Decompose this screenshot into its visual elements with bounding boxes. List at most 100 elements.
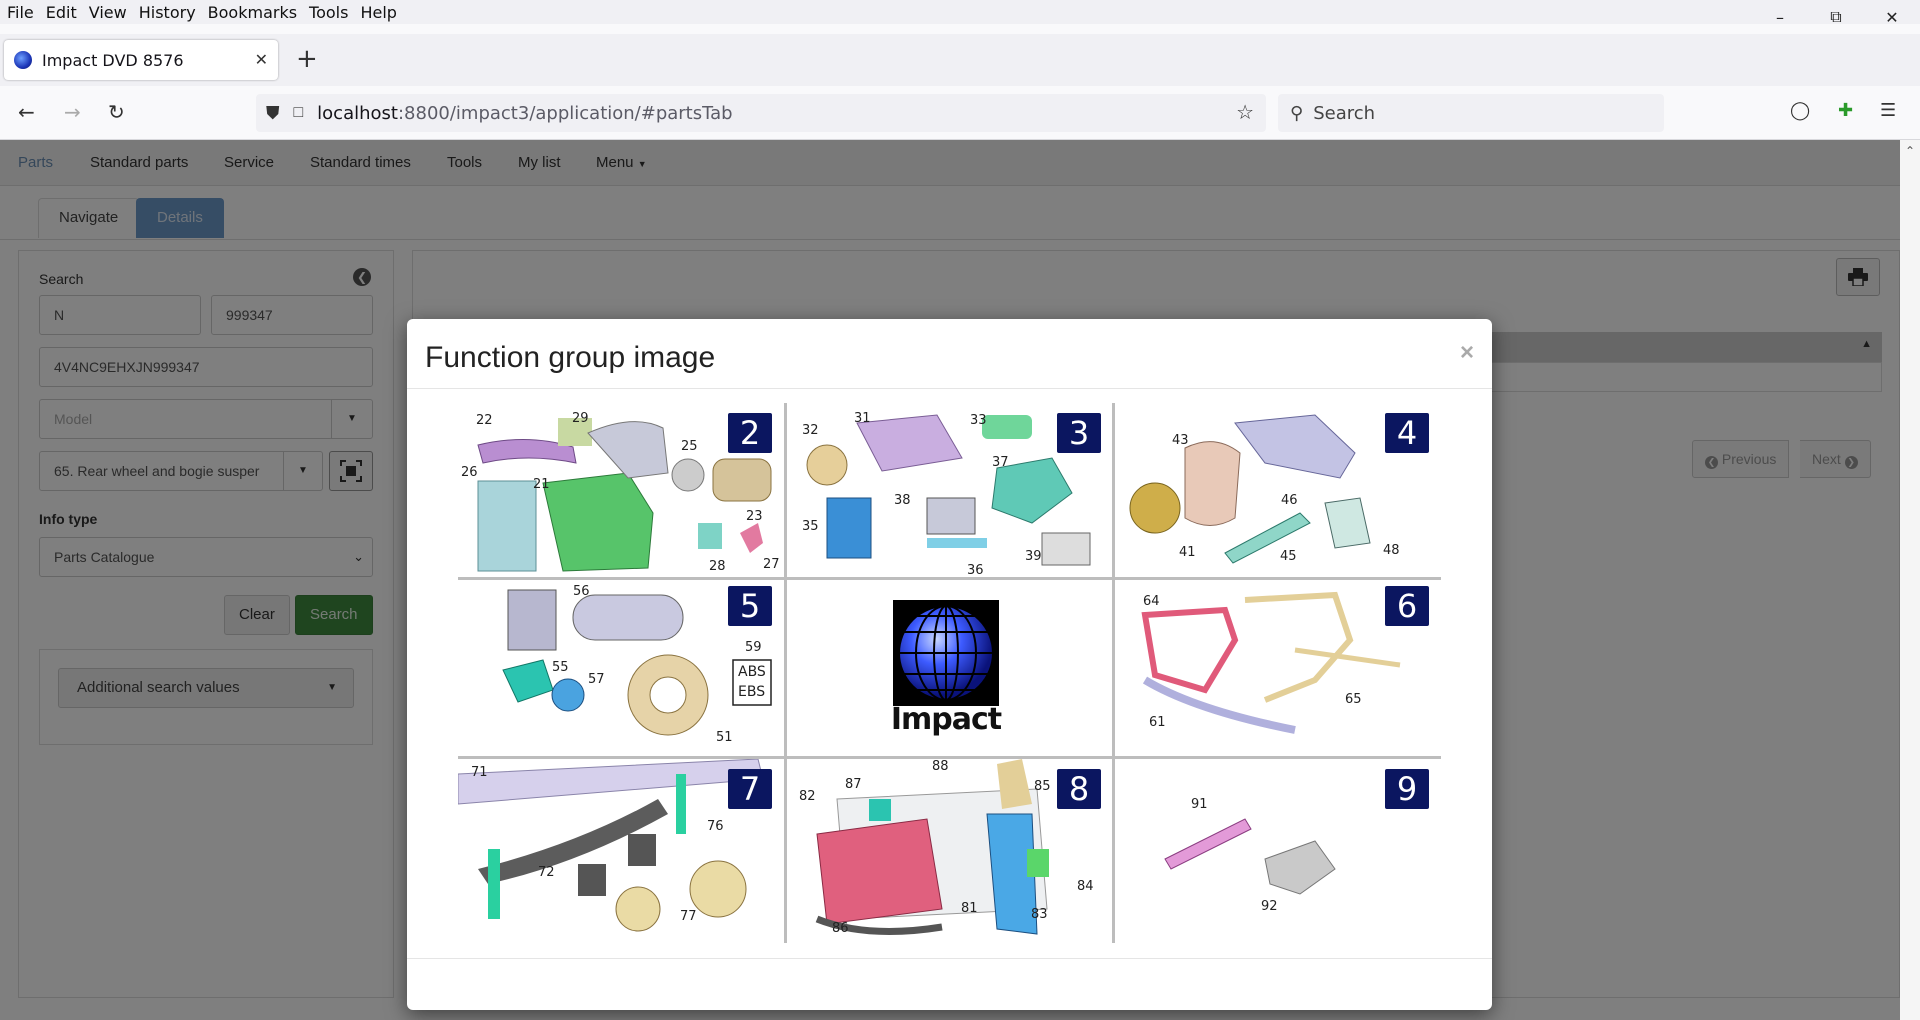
function-group-8[interactable]: 8 88 87 85 82 84 81 83 86 — [787, 759, 1112, 943]
part-number: 29 — [572, 411, 589, 426]
bookmark-star-icon[interactable]: ☆ — [1236, 100, 1254, 125]
part-number: 25 — [681, 439, 698, 454]
function-group-5[interactable]: 5 56 59 55 57 51 ABS EBS — [458, 580, 784, 756]
part-number: 51 — [716, 730, 733, 745]
function-group-6[interactable]: 6 64 65 61 — [1115, 580, 1441, 756]
part-number: 59 — [745, 640, 762, 655]
group-badge: 5 — [728, 586, 772, 626]
modal-title: Function group image — [425, 341, 716, 374]
menu-help[interactable]: Help — [360, 3, 396, 22]
modal-header: Function group image × — [407, 319, 1492, 389]
part-number: 55 — [552, 660, 569, 675]
navigation-toolbar: ← → ↻ ⛊ □ localhost:8800/impact3/applica… — [0, 86, 1920, 140]
scroll-up-icon[interactable]: ⌃ — [1905, 144, 1915, 158]
part-number: 82 — [799, 789, 816, 804]
pocket-icon[interactable]: ◯ — [1790, 100, 1810, 121]
function-group-7[interactable]: 7 71 76 72 77 — [458, 759, 784, 943]
page-scrollbar[interactable]: ⌃ — [1900, 140, 1920, 1020]
part-number: 41 — [1179, 545, 1196, 560]
part-number: 77 — [680, 909, 697, 924]
tab-title: Impact DVD 8576 — [42, 50, 184, 70]
function-group-3[interactable]: 3 32 31 33 37 35 38 36 39 — [787, 403, 1112, 577]
part-number: 61 — [1149, 715, 1166, 730]
part-number: 83 — [1031, 907, 1048, 922]
part-number: 27 — [763, 557, 780, 572]
part-number: 23 — [746, 509, 763, 524]
part-number: 21 — [533, 477, 550, 492]
function-group-grid: 2 22 29 25 26 21 23 28 27 3 32 31 33 37 … — [458, 403, 1441, 943]
group-badge: 6 — [1385, 586, 1429, 626]
part-number: 28 — [709, 559, 726, 574]
part-number: 85 — [1034, 779, 1051, 794]
modal-body: 2 22 29 25 26 21 23 28 27 3 32 31 33 37 … — [407, 389, 1492, 959]
part-number: 26 — [461, 465, 478, 480]
part-number: 31 — [854, 411, 871, 426]
grid-divider — [458, 756, 1441, 759]
impact-logo-text: Impact — [890, 702, 1002, 737]
group-badge: 4 — [1385, 413, 1429, 453]
part-number: 33 — [970, 413, 987, 428]
close-icon[interactable]: × — [1460, 339, 1474, 367]
part-number: 36 — [967, 563, 984, 577]
url-text[interactable]: localhost:8800/impact3/application/#part… — [317, 103, 732, 124]
part-number: 86 — [832, 921, 849, 936]
grid-divider — [458, 577, 1441, 580]
page-info-icon[interactable]: □ — [294, 104, 304, 122]
address-bar[interactable]: ⛊ □ localhost:8800/impact3/application/#… — [256, 94, 1266, 132]
part-number: 88 — [932, 759, 949, 774]
group-badge: 7 — [728, 769, 772, 809]
menu-edit[interactable]: Edit — [46, 3, 77, 22]
part-number: 45 — [1280, 549, 1297, 564]
search-icon: ⚲ — [1290, 102, 1304, 123]
window-controls: – ⧉ ✕ — [1752, 0, 1920, 34]
part-number: 48 — [1383, 543, 1400, 558]
part-number: 71 — [471, 765, 488, 780]
hamburger-menu-icon[interactable]: ☰ — [1880, 100, 1896, 121]
menu-tools[interactable]: Tools — [309, 3, 348, 22]
close-window-icon[interactable]: ✕ — [1864, 0, 1920, 34]
part-number: 91 — [1191, 797, 1208, 812]
tab-close-icon[interactable]: ✕ — [255, 50, 268, 70]
globe-favicon-icon — [14, 51, 32, 69]
abs-label: ABS — [738, 664, 766, 680]
forward-arrow-icon[interactable]: → — [64, 100, 81, 124]
part-number: 76 — [707, 819, 724, 834]
part-number: 87 — [845, 777, 862, 792]
function-group-4[interactable]: 4 43 46 41 45 48 — [1115, 403, 1441, 577]
minimize-icon[interactable]: – — [1752, 0, 1808, 34]
part-number: 39 — [1025, 549, 1042, 564]
part-number: 57 — [588, 672, 605, 687]
menu-file[interactable]: File — [7, 3, 34, 22]
extension-icon[interactable]: ✚ — [1838, 100, 1853, 121]
part-number: 22 — [476, 413, 493, 428]
impact-logo-cell: Impact — [787, 580, 1112, 756]
grid-divider — [784, 403, 787, 943]
function-group-9[interactable]: 9 91 92 — [1115, 759, 1441, 943]
reload-icon[interactable]: ↻ — [108, 100, 125, 124]
part-number: 38 — [894, 493, 911, 508]
function-group-2[interactable]: 2 22 29 25 26 21 23 28 27 — [458, 403, 784, 577]
part-number: 46 — [1281, 493, 1298, 508]
part-number: 92 — [1261, 899, 1278, 914]
browser-tab[interactable]: Impact DVD 8576 ✕ — [4, 40, 278, 80]
new-tab-plus-icon[interactable]: + — [296, 44, 318, 74]
function-group-modal: Function group image × 2 22 29 25 26 21 … — [407, 319, 1492, 1010]
menu-view[interactable]: View — [89, 3, 127, 22]
restore-icon[interactable]: ⧉ — [1808, 0, 1864, 34]
menu-bookmarks[interactable]: Bookmarks — [208, 3, 297, 22]
group-badge: 9 — [1385, 769, 1429, 809]
part-number: 84 — [1077, 879, 1094, 894]
part-number: 35 — [802, 519, 819, 534]
part-number: 65 — [1345, 692, 1362, 707]
search-bar[interactable]: ⚲ Search — [1278, 94, 1664, 132]
part-number: 72 — [538, 865, 555, 880]
part-number: 56 — [573, 584, 590, 599]
shield-icon[interactable]: ⛊ — [266, 103, 280, 124]
back-arrow-icon[interactable]: ← — [18, 100, 35, 124]
menu-bar: File Edit View History Bookmarks Tools H… — [0, 0, 1920, 24]
ebs-label: EBS — [738, 684, 766, 700]
grid-divider — [1112, 403, 1115, 943]
part-number: 64 — [1143, 594, 1160, 609]
part-number: 43 — [1172, 433, 1189, 448]
menu-history[interactable]: History — [139, 3, 196, 22]
